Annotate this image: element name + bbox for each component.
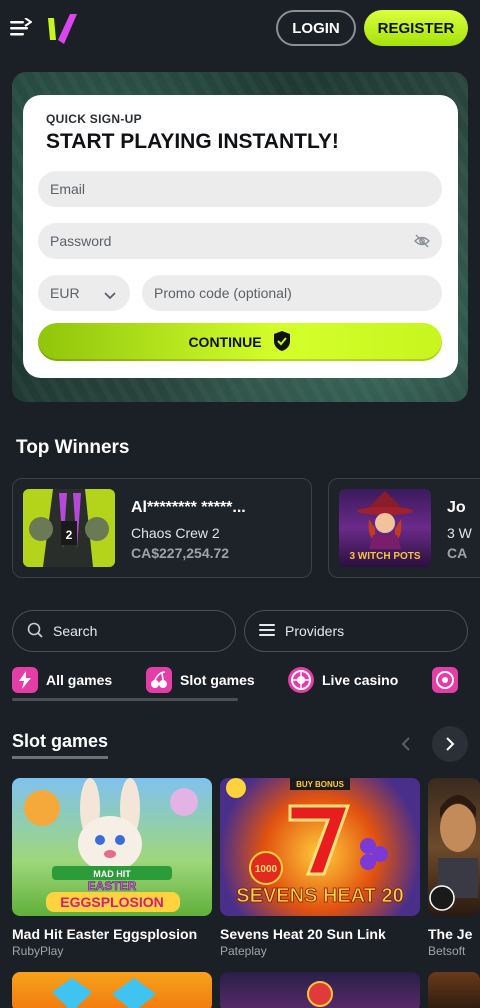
thumb-easter-top: MAD HIT xyxy=(93,869,131,879)
search-icon xyxy=(27,622,43,641)
providers-label: Providers xyxy=(285,623,345,639)
game-thumbnail-sevens-heat: BUY BONUS 1000 SEVENS HEAT 20 xyxy=(220,778,420,916)
poker-chip-icon xyxy=(432,667,458,693)
tab-slot-games[interactable]: Slot games xyxy=(146,664,255,696)
tab-all-games[interactable]: All games xyxy=(12,664,112,696)
password-field[interactable]: Password xyxy=(38,223,442,259)
search-input[interactable]: Search xyxy=(12,610,236,652)
brand-logo[interactable] xyxy=(46,12,78,46)
quick-signup-card: QUICK SIGN-UP START PLAYING INSTANTLY! E… xyxy=(23,95,458,378)
providers-button[interactable]: Providers xyxy=(244,610,468,652)
thumb-easter-bottom: EGGSPLOSION xyxy=(60,894,163,910)
game-thumbnail-the-jewel xyxy=(428,778,480,916)
menu-icon[interactable] xyxy=(10,17,33,38)
winner-card[interactable]: 2 Al******** *****... Chaos Crew 2 CA$22… xyxy=(12,478,312,578)
flame-bolt-icon xyxy=(12,667,38,693)
eye-off-icon[interactable] xyxy=(414,233,430,249)
continue-button[interactable]: CONTINUE xyxy=(38,323,442,361)
cherry-icon xyxy=(146,667,172,693)
chevron-down-icon xyxy=(104,287,116,303)
tab-table-games[interactable] xyxy=(432,664,458,696)
search-label: Search xyxy=(53,623,98,639)
currency-select[interactable]: EUR xyxy=(38,275,130,311)
chevron-left-icon xyxy=(401,737,410,751)
login-button[interactable]: LOGIN xyxy=(276,10,356,46)
game-thumbnail-3-witch-pots: 3 WITCH POTS xyxy=(339,489,431,567)
winner-name: Al******** *****... xyxy=(131,499,246,516)
winner-amount: CA$227,254.72 xyxy=(131,545,230,561)
game-provider: RubyPlay xyxy=(12,944,64,958)
tab-live-casino-label: Live casino xyxy=(322,672,399,688)
thumb-buy-bonus: BUY BONUS xyxy=(296,780,345,789)
register-button[interactable]: REGISTER xyxy=(364,10,468,46)
shield-check-icon xyxy=(272,330,292,355)
signup-kicker: QUICK SIGN-UP xyxy=(46,112,142,126)
game-card[interactable]: BUY BONUS 1000 SEVENS HEAT 20 Sevens Hea… xyxy=(220,778,420,958)
game-title: The Je xyxy=(428,926,473,942)
chevron-right-icon xyxy=(446,737,455,751)
game-provider: Pateplay xyxy=(220,944,267,958)
game-title: Sevens Heat 20 Sun Link xyxy=(220,926,386,942)
thumb-easter-mid: EASTER xyxy=(88,879,137,893)
game-card-partial[interactable] xyxy=(12,972,212,1008)
roulette-icon xyxy=(288,667,314,693)
winner-name: Jo xyxy=(447,499,466,516)
svg-text:2: 2 xyxy=(66,528,73,542)
game-thumbnail-easter: MAD HIT EASTER EGGSPLOSION xyxy=(12,778,212,916)
hamburger-icon xyxy=(259,623,275,640)
top-winners-title: Top Winners xyxy=(16,437,130,458)
game-card-partial[interactable] xyxy=(220,972,420,1008)
tab-all-games-label: All games xyxy=(46,672,113,688)
winner-amount: CA xyxy=(447,545,468,561)
winner-game: Chaos Crew 2 xyxy=(131,525,220,541)
winner-game: 3 W xyxy=(447,525,472,541)
top-bar: LOGIN REGISTER xyxy=(0,0,480,56)
game-card-partial[interactable] xyxy=(428,972,480,1008)
thumb-1000: 1000 xyxy=(255,864,278,875)
currency-value: EUR xyxy=(50,285,80,301)
tab-slot-games-label: Slot games xyxy=(180,672,255,688)
winner-card[interactable]: 3 WITCH POTS Jo 3 W CA xyxy=(328,478,480,578)
thumb-sevens-name: SEVENS HEAT 20 xyxy=(236,885,403,907)
game-card[interactable]: The Je Betsoft xyxy=(428,778,480,958)
game-provider: Betsoft xyxy=(428,944,466,958)
carousel-next-button[interactable] xyxy=(432,726,468,762)
carousel-prev-button[interactable] xyxy=(388,726,424,762)
game-title: Mad Hit Easter Eggsplosion xyxy=(12,926,198,942)
section-underline xyxy=(12,756,108,759)
promo-placeholder: Promo code (optional) xyxy=(154,285,292,301)
email-field[interactable]: Email xyxy=(38,171,442,207)
signup-title: START PLAYING INSTANTLY! xyxy=(46,130,339,153)
slot-games-title: Slot games xyxy=(12,731,109,751)
promo-code-field[interactable]: Promo code (optional) xyxy=(142,275,442,311)
category-scroll-indicator xyxy=(12,698,238,701)
password-placeholder: Password xyxy=(50,233,112,249)
game-card[interactable]: MAD HIT EASTER EGGSPLOSION Mad Hit Easte… xyxy=(12,778,212,958)
game-thumbnail-chaos-crew: 2 xyxy=(23,489,115,567)
email-placeholder: Email xyxy=(50,181,86,197)
continue-label: CONTINUE xyxy=(188,334,262,350)
tab-live-casino[interactable]: Live casino xyxy=(288,664,398,696)
thumb-witch-label: 3 WITCH POTS xyxy=(349,551,420,562)
